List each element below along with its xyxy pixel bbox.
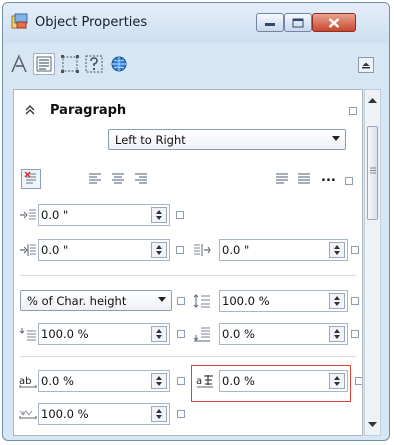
scrollbar-thumb[interactable]: [367, 126, 378, 220]
first-line-indent-spinner[interactable]: [151, 207, 167, 223]
paragraph-tab[interactable]: [33, 53, 55, 75]
line-spacing-input[interactable]: [222, 293, 325, 309]
word-spacing-input[interactable]: [41, 406, 147, 422]
first-line-indent-checkbox[interactable]: [176, 211, 184, 219]
character-spacing-checkbox[interactable]: [177, 377, 185, 385]
after-paragraph-field[interactable]: [219, 323, 348, 345]
before-paragraph-checkbox[interactable]: [177, 330, 185, 338]
align-left-icon[interactable]: [88, 173, 102, 185]
right-indent-field[interactable]: [219, 239, 348, 261]
spacing-unit-value: % of Char. height: [27, 294, 127, 308]
first-line-indent-icon: [20, 209, 36, 220]
language-spacing-field[interactable]: [219, 370, 348, 392]
chevron-down-icon: [158, 297, 166, 302]
svg-text:ab: ab: [19, 376, 31, 387]
window-title: Object Properties: [35, 15, 148, 30]
internet-icon[interactable]: [108, 53, 130, 75]
app-icon: [11, 13, 28, 29]
before-paragraph-spinner[interactable]: [151, 326, 167, 342]
first-line-indent-field[interactable]: [38, 204, 170, 226]
line-spacing-icon: [193, 294, 210, 308]
line-spacing-field[interactable]: [219, 290, 348, 312]
first-line-indent-input[interactable]: [41, 207, 147, 223]
pin-button[interactable]: [358, 57, 374, 73]
before-paragraph-input[interactable]: [41, 326, 147, 342]
divider: [20, 275, 356, 276]
collapse-chevron-icon[interactable]: [24, 104, 36, 116]
before-paragraph-field[interactable]: [38, 323, 170, 345]
language-spacing-icon: a: [196, 375, 213, 388]
right-indent-input[interactable]: [222, 242, 325, 258]
left-indent-spinner[interactable]: [151, 242, 167, 258]
close-icon: [328, 17, 340, 28]
property-tabs-toolbar: [3, 43, 389, 83]
maximize-icon: [292, 18, 304, 27]
scroll-down-icon[interactable]: [368, 422, 377, 428]
grip-icon: [370, 167, 376, 174]
minimize-button[interactable]: [256, 13, 284, 32]
text-direction-value: Left to Right: [115, 133, 186, 147]
section-title: Paragraph: [50, 103, 127, 118]
vertical-scrollbar[interactable]: [364, 89, 381, 436]
line-spacing-spinner[interactable]: [329, 293, 345, 309]
word-spacing-spinner[interactable]: [151, 406, 167, 422]
left-indent-icon: [20, 244, 36, 256]
paragraph-panel: Paragraph Left to Right ... 0.0 " 0.0 " …: [13, 89, 363, 436]
right-indent-spinner[interactable]: [329, 242, 345, 258]
left-indent-field[interactable]: [38, 239, 170, 261]
spacing-unit-checkbox[interactable]: [177, 297, 185, 305]
right-indent-checkbox[interactable]: [351, 246, 359, 254]
align-center-icon[interactable]: [111, 173, 125, 185]
no-alignment-button[interactable]: [21, 169, 41, 189]
title-bar[interactable]: Object Properties: [3, 3, 389, 43]
section-checkbox[interactable]: [349, 107, 357, 115]
scroll-up-icon[interactable]: [368, 97, 377, 103]
word-spacing-field[interactable]: [38, 403, 170, 425]
before-paragraph-spacing-icon: [19, 328, 36, 341]
alignment-checkbox[interactable]: [345, 177, 353, 185]
text-direction-dropdown[interactable]: Left to Right: [108, 129, 346, 150]
left-indent-input[interactable]: [41, 242, 147, 258]
spacing-unit-dropdown[interactable]: % of Char. height: [20, 290, 172, 311]
language-spacing-spinner[interactable]: [329, 373, 345, 389]
language-spacing-checkbox[interactable]: [355, 377, 362, 385]
align-justify-icon[interactable]: [275, 173, 289, 185]
object-properties-window: Object Properties Paragraph Left to Righ…: [2, 2, 390, 441]
language-spacing-input[interactable]: [222, 373, 325, 389]
after-paragraph-checkbox[interactable]: [351, 330, 359, 338]
more-alignment-button[interactable]: ...: [321, 170, 336, 185]
chevron-down-icon: [332, 136, 340, 141]
frame-icon[interactable]: [59, 53, 81, 75]
summary-icon[interactable]: [83, 53, 105, 75]
character-spacing-input[interactable]: [41, 373, 147, 389]
close-button[interactable]: [312, 13, 356, 32]
paragraph-icon: [36, 56, 52, 72]
word-spacing-checkbox[interactable]: [177, 410, 185, 418]
align-right-icon[interactable]: [134, 173, 148, 185]
after-paragraph-spacing-icon: [193, 327, 210, 342]
character-spacing-spinner[interactable]: [151, 373, 167, 389]
after-paragraph-input[interactable]: [222, 326, 325, 342]
word-spacing-icon: [19, 410, 37, 419]
maximize-button[interactable]: [284, 13, 312, 32]
minimize-icon: [265, 22, 275, 26]
character-spacing-icon: ab: [19, 376, 37, 388]
svg-text:a: a: [196, 376, 202, 387]
character-icon[interactable]: [9, 53, 31, 75]
right-indent-icon: [194, 244, 211, 256]
no-alignment-icon: [24, 171, 36, 184]
align-force-justify-icon[interactable]: [297, 173, 311, 185]
character-spacing-field[interactable]: [38, 370, 170, 392]
left-indent-checkbox[interactable]: [176, 246, 184, 254]
divider: [20, 356, 356, 357]
pin-icon: [362, 62, 370, 69]
line-spacing-checkbox[interactable]: [351, 297, 359, 305]
after-paragraph-spinner[interactable]: [329, 326, 345, 342]
